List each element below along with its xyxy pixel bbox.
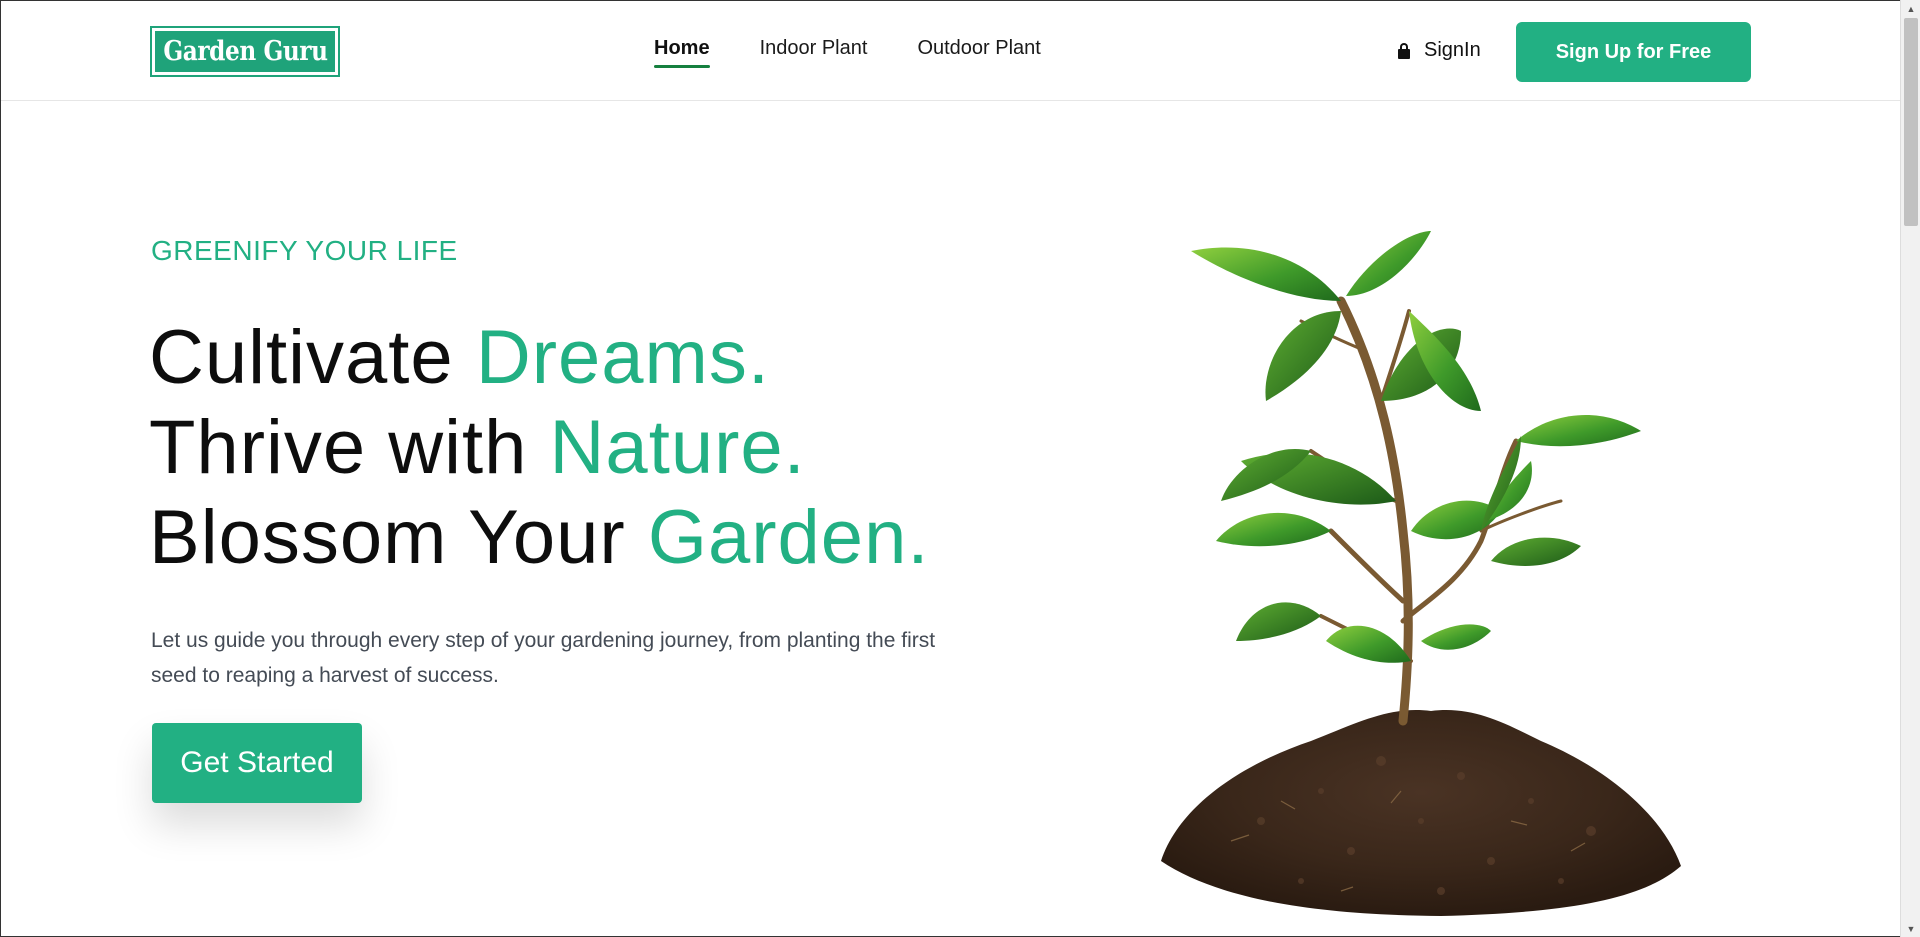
get-started-button[interactable]: Get Started — [152, 723, 362, 803]
headline-line-3-plain: Blossom Your — [149, 495, 648, 580]
logo-badge: Garden Guru — [155, 31, 335, 72]
vertical-scrollbar[interactable]: ▲ ▼ — [1900, 0, 1920, 937]
nav-item-home[interactable]: Home — [654, 37, 710, 68]
signin-label: SignIn — [1424, 39, 1481, 61]
lock-icon — [1397, 42, 1411, 59]
triangle-down-icon[interactable]: ▼ — [1901, 920, 1920, 937]
headline-line-1: Cultivate Dreams. — [149, 313, 929, 403]
site-header: Garden Guru Home Indoor Plant Outdoor Pl… — [1, 1, 1900, 101]
headline-line-1-accent: Dreams. — [475, 315, 770, 400]
triangle-up-icon[interactable]: ▲ — [1901, 0, 1920, 17]
headline-line-3-accent: Garden. — [647, 495, 930, 580]
signin-link[interactable]: SignIn — [1397, 39, 1481, 62]
hero-headline: Cultivate Dreams. Thrive with Nature. Bl… — [149, 313, 929, 583]
logo-text: Garden Guru — [162, 36, 328, 67]
plant-in-soil-illustration — [1161, 231, 1681, 916]
page-viewport: Garden Guru Home Indoor Plant Outdoor Pl… — [0, 0, 1900, 937]
nav-item-outdoor-plant[interactable]: Outdoor Plant — [917, 37, 1040, 66]
nav-item-indoor-plant[interactable]: Indoor Plant — [760, 37, 868, 66]
garden-guru-logo[interactable]: Garden Guru — [150, 26, 340, 77]
headline-line-1-plain: Cultivate — [149, 315, 476, 400]
headline-line-2: Thrive with Nature. — [149, 403, 929, 493]
headline-line-3: Blossom Your Garden. — [149, 493, 929, 583]
main-nav: Home Indoor Plant Outdoor Plant — [654, 37, 1041, 68]
scrollbar-thumb[interactable] — [1904, 18, 1918, 226]
hero-description: Let us guide you through every step of y… — [151, 629, 936, 687]
signup-button[interactable]: Sign Up for Free — [1516, 22, 1751, 82]
headline-line-2-plain: Thrive with — [149, 405, 550, 490]
headline-line-2-accent: Nature. — [549, 405, 806, 490]
hero-eyebrow: GREENIFY YOUR LIFE — [151, 235, 458, 266]
